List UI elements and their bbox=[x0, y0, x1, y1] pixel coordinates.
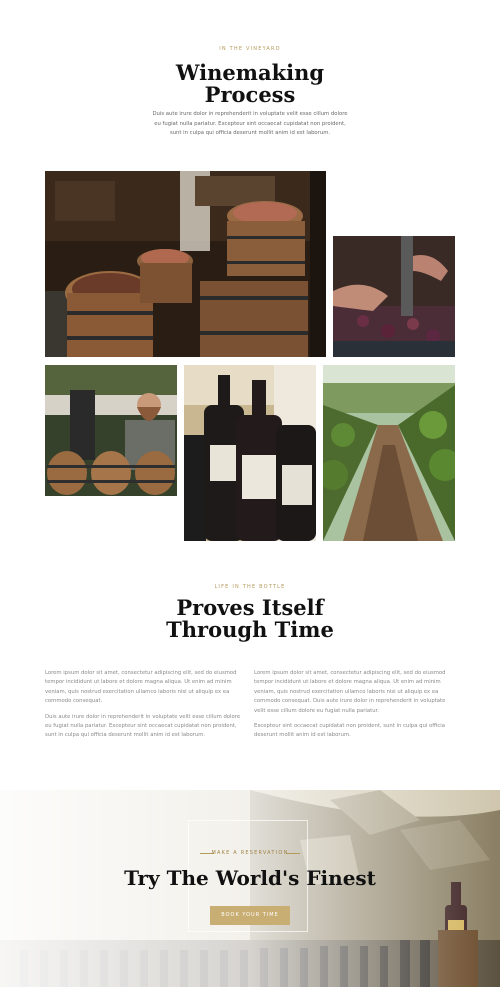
reservation-section: MAKE A RESERVATION Try The World's Fines… bbox=[0, 790, 500, 987]
bottle-col2-paragraph2: Excepteur sint occaecat cupidatat non pr… bbox=[254, 723, 445, 739]
bottle-col2-paragraph1: Lorem ipsum dolor sit amet, consectetur … bbox=[254, 670, 446, 714]
gallery-image-cellar bbox=[45, 171, 326, 357]
gallery-image-vineyard bbox=[323, 365, 455, 541]
winemaking-title-line1: Winemaking bbox=[175, 60, 325, 85]
vineyard-lead: Duis aute irure dolor in reprehenderit i… bbox=[140, 110, 360, 139]
proves-title-line2: Through Time bbox=[166, 617, 334, 642]
vineyard-lead-line2: eu fugiat nulla pariatur. Excepteur sint… bbox=[154, 120, 346, 127]
book-your-time-button[interactable]: BOOK YOUR TIME bbox=[210, 906, 290, 925]
bottle-col1-paragraph2: Duis aute irure dolor in reprehenderit i… bbox=[45, 713, 241, 739]
winemaking-title-line2: Process bbox=[204, 82, 296, 107]
gallery-image-grapes-press bbox=[333, 236, 455, 357]
bottle-col1-paragraph1: Lorem ipsum dolor sit amet, consectetur … bbox=[45, 670, 237, 705]
winemaking-title: Winemaking Process bbox=[0, 62, 500, 106]
gallery-image-winemaker bbox=[45, 365, 177, 496]
vineyard-lead-line1: Duis aute irure dolor in reprehenderit i… bbox=[152, 111, 348, 117]
vineyard-lead-line3: sunt in culpa qui officia deserunt molli… bbox=[169, 130, 331, 136]
reservation-eyebrow: MAKE A RESERVATION bbox=[211, 850, 289, 856]
proves-title: Proves Itself Through Time bbox=[0, 597, 500, 641]
reservation-title: Try The World's Finest bbox=[124, 866, 376, 890]
proves-title-line1: Proves Itself bbox=[176, 595, 324, 620]
bottle-text-column-right: Lorem ipsum dolor sit amet, consectetur … bbox=[254, 669, 455, 741]
vineyard-eyebrow: IN THE VINEYARD bbox=[219, 46, 281, 52]
bottle-text-column-left: Lorem ipsum dolor sit amet, consectetur … bbox=[45, 669, 246, 741]
bottle-eyebrow: LIFE IN THE BOTTLE bbox=[214, 584, 286, 590]
gallery-image-wine-bottles bbox=[184, 365, 316, 541]
